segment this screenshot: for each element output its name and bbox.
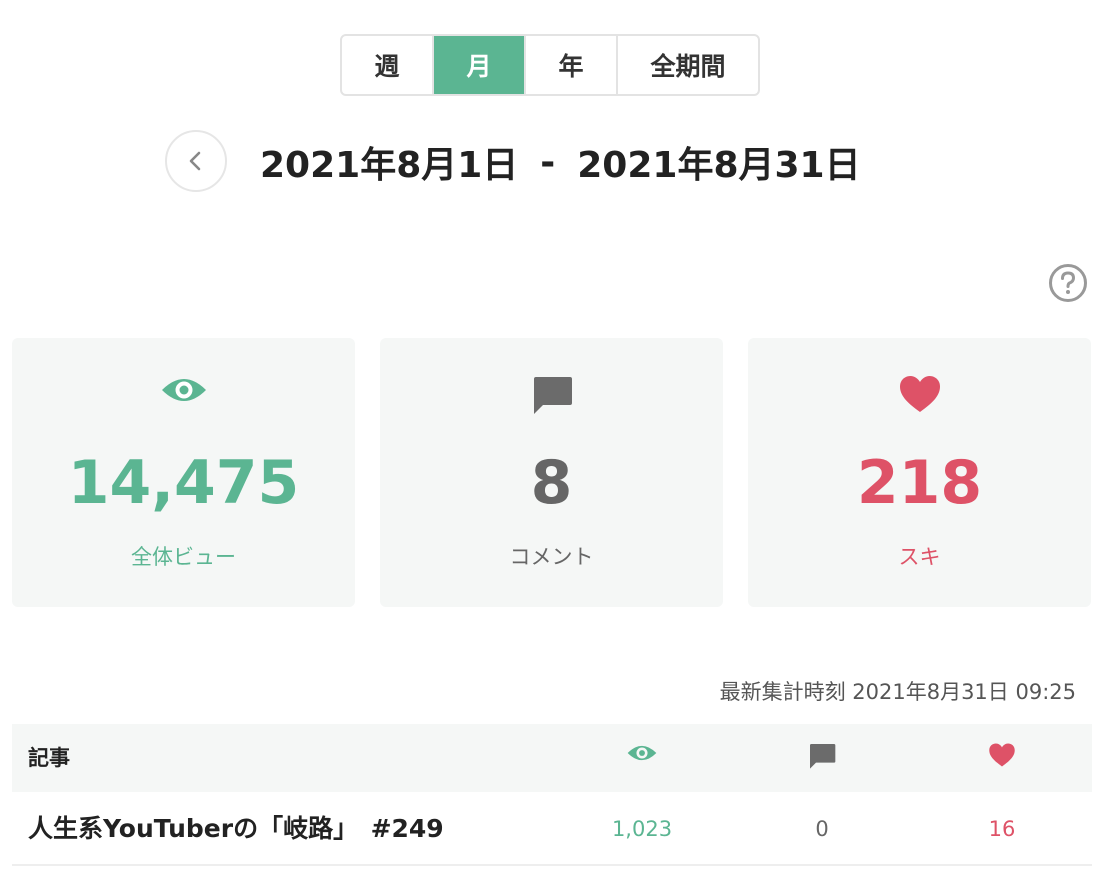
column-header-comments[interactable]	[792, 742, 852, 774]
views-label: 全体ビュー	[131, 545, 236, 569]
date-end: 2021年8月31日	[577, 145, 861, 186]
last-updated-timestamp: 最新集計時刻 2021年8月31日 09:25	[719, 680, 1076, 704]
likes-card: 218 スキ	[748, 338, 1091, 607]
period-tabs: 週 月 年 全期間	[340, 34, 760, 96]
views-card: 14,475 全体ビュー	[12, 338, 355, 607]
comments-card: 8 コメント	[380, 338, 723, 607]
table-row[interactable]: 人生系YouTuberの「岐路」 #249 1,023 0 16	[12, 792, 1092, 866]
date-range: 2021年8月1日 - 2021年8月31日	[260, 136, 861, 188]
previous-period-button[interactable]	[165, 130, 227, 192]
article-comments: 0	[815, 817, 829, 841]
column-header-article: 記事	[28, 746, 70, 770]
tab-all-time[interactable]: 全期間	[618, 36, 758, 94]
help-button[interactable]	[1048, 263, 1088, 303]
article-views: 1,023	[611, 817, 673, 841]
comment-icon	[533, 377, 572, 414]
chevron-left-icon	[189, 151, 201, 171]
eye-icon	[627, 745, 657, 761]
tab-week[interactable]: 週	[342, 36, 434, 94]
likes-label: スキ	[898, 545, 941, 569]
column-header-likes[interactable]	[972, 742, 1032, 774]
question-circle-icon	[1049, 264, 1087, 302]
article-likes: 16	[988, 817, 1016, 841]
heart-icon	[989, 743, 1015, 767]
likes-total: 218	[856, 448, 983, 518]
eye-icon	[161, 379, 206, 401]
date-separator: -	[540, 141, 556, 183]
comments-total: 8	[530, 448, 573, 518]
comment-icon	[810, 744, 836, 769]
column-header-views[interactable]	[612, 742, 672, 774]
comments-label: コメント	[509, 545, 594, 569]
views-total: 14,475	[67, 448, 300, 518]
articles-table-header: 記事	[12, 724, 1092, 792]
date-start: 2021年8月1日	[260, 145, 519, 186]
tab-month[interactable]: 月	[434, 36, 526, 94]
tab-year[interactable]: 年	[526, 36, 618, 94]
heart-icon	[899, 376, 940, 412]
article-title-link[interactable]: 人生系YouTuberの「岐路」 #249	[28, 792, 444, 866]
